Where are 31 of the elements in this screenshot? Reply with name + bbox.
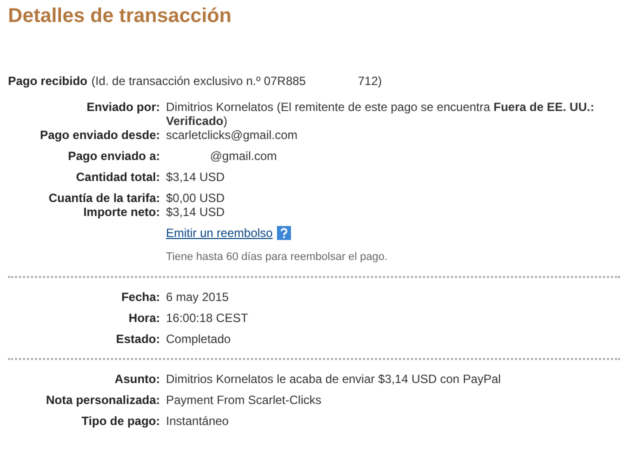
- payment-received-label: Pago recibido: [8, 74, 88, 88]
- field-value: scarletclicks@gmail.com: [166, 128, 298, 142]
- field-label: Asunto:: [114, 372, 160, 386]
- field-label: Pago enviado a:: [66, 149, 160, 163]
- field-label: Nota personalizada:: [44, 393, 160, 407]
- help-icon[interactable]: [276, 226, 291, 240]
- field-value: @gmail.com: [209, 149, 277, 163]
- field-value: $0,00 USD: [166, 191, 225, 205]
- field-label: Pago enviado desde:: [38, 128, 160, 142]
- field-value: $3,14 USD: [166, 205, 225, 219]
- field-value: 6 may 2015: [166, 290, 229, 304]
- field-label: Cuantía de la tarifa:: [48, 191, 160, 205]
- field-value: $3,14 USD: [166, 170, 225, 184]
- refund-link[interactable]: Emitir un reembolso: [166, 226, 273, 240]
- field-value: Dimitrios Kornelatos le acaba de enviar $3,14 USD con PayPal: [166, 372, 501, 386]
- field-label: Enviado por:: [86, 100, 160, 116]
- field-value: Completado: [166, 332, 231, 346]
- field-label: Importe neto:: [82, 205, 160, 219]
- field-label: Tipo de pago:: [80, 414, 160, 428]
- field-label: Hora:: [128, 311, 160, 325]
- field-value: 16:00:18 CEST: [166, 311, 248, 325]
- field-value: Instantáneo: [166, 414, 229, 428]
- field-value: Dimitrios Kornelatos (El remitente de este pago se encuentra Fuera de EE. UU.: Verificado): [166, 100, 596, 128]
- page-title: Detalles de transacción: [8, 4, 232, 28]
- transaction-id: (Id. de transacción exclusivo n.º 07R885: [91, 74, 306, 88]
- field-label: Estado:: [114, 332, 160, 346]
- field-value: Payment From Scarlet-Clicks: [166, 393, 322, 407]
- transaction-id-end: 712): [358, 74, 382, 88]
- refund-note: Tiene hasta 60 días para reembolsar el pago.: [166, 250, 389, 264]
- field-label: Cantidad total:: [75, 170, 160, 184]
- field-label: Fecha:: [120, 290, 160, 304]
